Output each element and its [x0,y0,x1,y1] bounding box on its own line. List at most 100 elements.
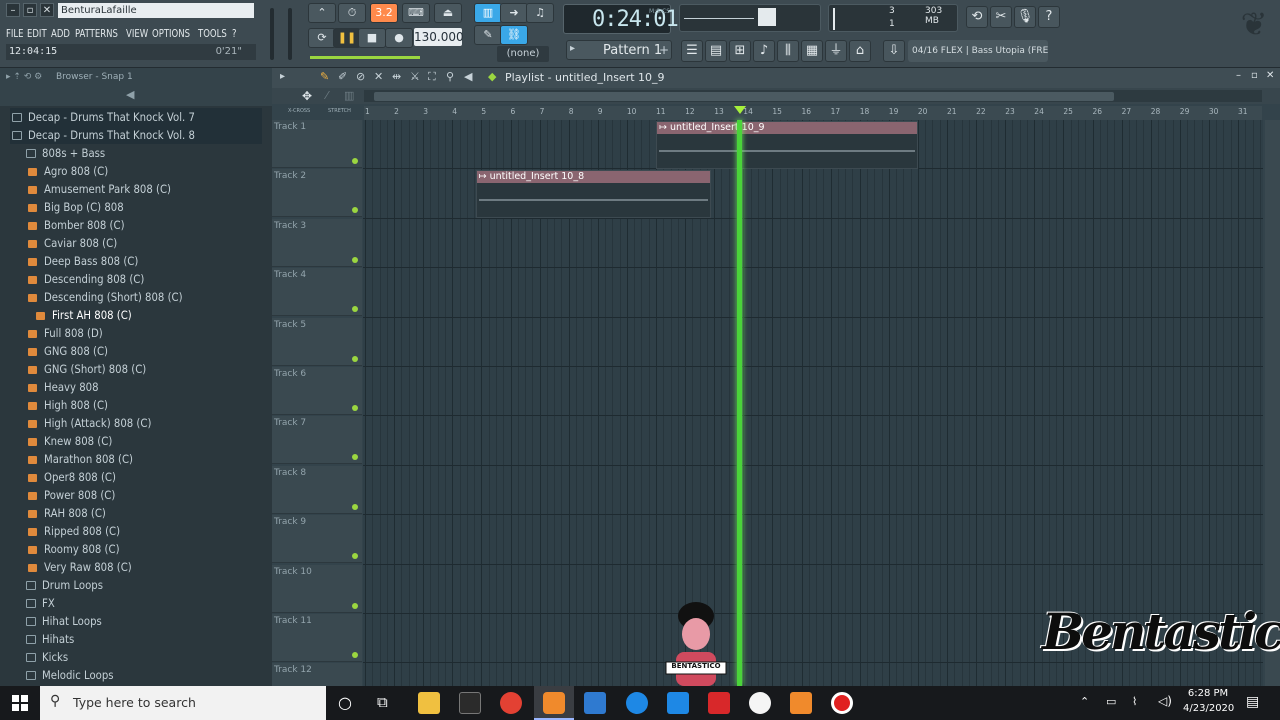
browser-item[interactable]: Amusement Park 808 (C) [10,180,262,198]
project-picker-icon[interactable]: ▦ [801,40,823,62]
menu-tools[interactable]: TOOLS [198,27,227,40]
track-header[interactable]: Track 2 [272,169,362,218]
snap-icon[interactable]: ▥ [474,3,502,23]
browser-item[interactable]: Kicks [10,648,262,666]
taskbar-search[interactable]: ⚲ Type here to search [40,686,326,720]
volume-icon[interactable]: ◁) [1158,694,1172,708]
plugin-icon[interactable]: ⏚ [825,40,847,62]
playlist-menu-icon[interactable]: ▸ [280,71,285,82]
menu-help[interactable]: ? [232,27,237,40]
speaker-icon[interactable]: ◀ [126,88,134,101]
close-icon[interactable]: ✕ [40,3,54,17]
track-mute-led[interactable] [352,306,358,313]
horizontal-scroll-thumb[interactable] [374,92,1114,101]
browser-item[interactable]: Marathon 808 (C) [10,450,262,468]
clip-header[interactable]: ↦ untitled_Insert 10_9 [657,122,917,134]
playlist-maximize-icon[interactable]: ▫ [1251,70,1258,81]
tray-chevron-icon[interactable]: ⌃ [1080,695,1089,708]
browser-item[interactable]: First AH 808 (C) [10,306,262,324]
metronome-icon[interactable]: ⏱ [338,3,366,23]
browser-item[interactable]: Heavy 808 [10,378,262,396]
browser-item[interactable]: Roomy 808 (C) [10,540,262,558]
track-mute-led[interactable] [352,405,358,411]
magnet-icon[interactable]: ⁄ [326,89,328,102]
wifi-icon[interactable]: ⌇ [1132,695,1137,708]
track-mute-led[interactable] [352,256,358,263]
playback-tool-icon[interactable]: ◀ [464,70,472,83]
menu-options[interactable]: OPTIONS [152,27,190,40]
news-ticker[interactable]: 04/16 FLEX | Bass Utopia (FREE) [908,40,1048,62]
pattern-song-icon[interactable]: ⌃ [308,3,336,23]
clip-header[interactable]: ↦ untitled_Insert 10_8 [476,171,711,184]
playlist-arrows-icon[interactable]: ◆ [488,70,496,83]
track-header[interactable]: Track 3 [272,218,362,267]
media-app-icon[interactable] [584,692,606,714]
menu-view[interactable]: VIEW [126,27,148,40]
browser-item[interactable]: Bomber 808 (C) [10,216,262,234]
faders-icon[interactable]: ⫼ [777,40,799,62]
track-header[interactable]: Track 4 [272,268,362,317]
track-header[interactable]: Track 11 [272,614,362,662]
acrobat-icon[interactable] [708,692,730,714]
master-pitch-slider[interactable] [288,8,292,60]
select-tool-icon[interactable]: ⛶ [428,70,436,84]
playhead-marker[interactable] [734,106,747,114]
browser-options-icon[interactable]: ▸ ⇡ ⟲ ⚙ [6,72,42,82]
chrome-icon[interactable] [500,692,522,714]
arrow-right-icon[interactable]: ➜ [500,3,528,23]
draw-tool-icon[interactable]: ✎ [320,70,329,83]
track-grid-icon[interactable]: ▥ [344,89,354,102]
mail-icon[interactable] [667,692,689,714]
restore-icon[interactable]: ▫ [23,3,37,17]
browser-item[interactable]: Melodic Loops [10,666,262,684]
track-mute-led[interactable] [352,553,358,560]
recorder-icon[interactable] [831,692,853,714]
browser-icon[interactable]: ⌂ [849,40,871,62]
typing-keyboard-icon[interactable]: ⌨ [402,3,430,23]
download-icon[interactable]: ⇩ [883,40,905,62]
notifications-icon[interactable]: ▤ [1246,694,1259,710]
horizontal-scrollbar[interactable] [364,90,1262,102]
tempo-field[interactable]: 130.000 [414,28,464,46]
record-button[interactable]: ● [385,28,413,48]
track-header[interactable]: Track 6 [272,367,362,415]
menu-file[interactable]: FILE [6,27,24,40]
step-edit-button[interactable]: 3.2 [370,3,398,23]
pattern-prev-icon[interactable]: ▸ [570,43,575,54]
audio-clip[interactable]: ↦ untitled_Insert 10_8 [475,170,712,219]
track-header[interactable]: Track 10 [272,564,362,613]
song-time-display[interactable]: 0:24:01 M:S:CS [563,4,679,34]
fl-studio-alt-icon[interactable] [790,692,812,714]
track-mute-led[interactable] [352,355,358,362]
browser-item[interactable]: Very Raw 808 (C) [10,558,262,576]
browser-item[interactable]: Agro 808 (C) [10,162,262,180]
taskbar-date[interactable]: 4/23/2020 [1183,703,1234,714]
play-pause-button[interactable]: ❚❚ [333,28,361,48]
browser-item[interactable]: Descending 808 (C) [10,270,262,288]
browser-item[interactable]: Decap - Drums That Knock Vol. 8 [10,126,262,144]
browser-item[interactable]: Deep Bass 808 (C) [10,252,262,270]
browser-item[interactable]: Hihat Loops [10,612,262,630]
move-arrows-icon[interactable]: ✥ [302,89,312,103]
minimize-icon[interactable]: – [6,3,20,17]
browser-item[interactable]: Power 808 (C) [10,486,262,504]
piano-roll-icon[interactable]: ♪ [753,40,775,62]
browser-item[interactable]: Caviar 808 (C) [10,234,262,252]
undo-history-icon[interactable]: ⟲ [966,6,988,28]
browser-item[interactable]: Knew 808 (C) [10,432,262,450]
menu-edit[interactable]: EDIT [27,27,47,40]
channel-rack-icon[interactable]: ▤ [705,40,727,62]
mute-tool-icon[interactable]: ✕ [374,70,383,83]
browser-item[interactable]: Decap - Drums That Knock Vol. 7 [10,108,262,126]
timeline-ruler[interactable]: 1 2 3 4 5 6 7 8 9 10 11 12 13 14 15 16 17 18 19 20 21 22 23 24 2… [364,106,1262,120]
paint-tool-icon[interactable]: ✐ [338,70,347,83]
browser-item[interactable]: High 808 (C) [10,396,262,414]
loop-record-icon[interactable]: ⟳ [308,28,336,48]
track-mute-led[interactable] [352,207,358,214]
track-header[interactable]: Track 8 [272,465,362,514]
itunes-icon[interactable] [749,692,771,714]
track-header[interactable]: Track 9 [272,515,362,564]
task-view-icon[interactable]: ⧉ [377,693,388,711]
track-header[interactable]: Track 7 [272,416,362,465]
browser-item[interactable]: Descending (Short) 808 (C) [10,288,262,306]
